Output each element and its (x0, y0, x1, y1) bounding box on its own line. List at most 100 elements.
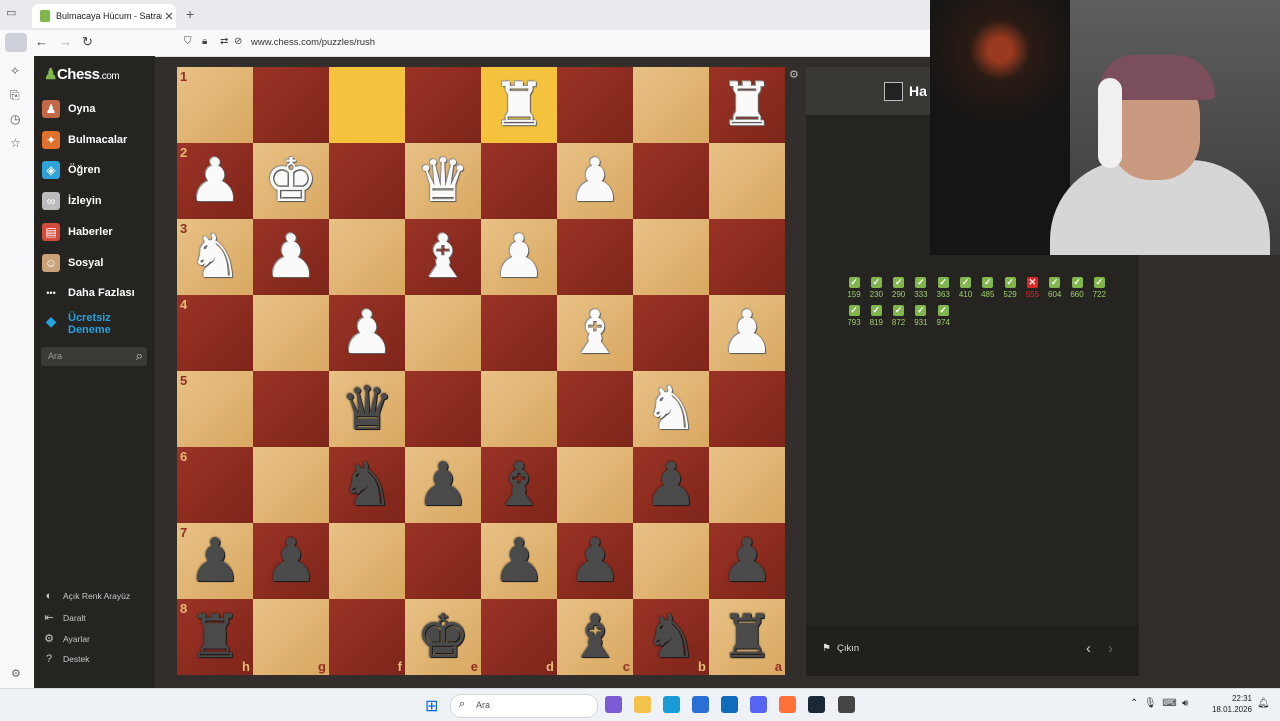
board-square[interactable] (253, 371, 329, 447)
black-queen-icon[interactable]: ♛ (329, 371, 405, 447)
browser-tab[interactable]: Bulmacaya Hücum - Satranç Bu ✕ (32, 4, 176, 28)
board-square[interactable] (709, 219, 785, 295)
board-square[interactable] (253, 447, 329, 523)
nav-item-4[interactable]: ▤ Haberler (42, 221, 113, 243)
steam-icon[interactable] (808, 696, 825, 713)
board-square[interactable]: 1 (177, 67, 253, 143)
board-square[interactable] (329, 67, 405, 143)
board-square[interactable]: ♝ (405, 219, 481, 295)
board-square[interactable]: ♟ (481, 523, 557, 599)
white-pawn-icon[interactable]: ♟ (481, 219, 557, 295)
board-square[interactable] (557, 219, 633, 295)
close-tab-icon[interactable]: ✕ (162, 10, 176, 23)
board-square[interactable]: ♟ (253, 219, 329, 295)
board-square[interactable]: 8 h ♜ (177, 599, 253, 675)
board-square[interactable] (557, 371, 633, 447)
white-pawn-icon[interactable]: ♟ (329, 295, 405, 371)
outlook-icon[interactable] (721, 696, 738, 713)
board-square[interactable] (481, 371, 557, 447)
address-bar[interactable]: ⛉ 🔒︎ ⇄ ⊘ www.chess.com/puzzles/rush (176, 33, 926, 53)
notification-icon[interactable]: 🔔︎ (1257, 698, 1270, 709)
shield-icon[interactable]: ⛉ (184, 36, 192, 47)
back-icon[interactable]: ← (35, 34, 48, 49)
board-square[interactable] (557, 67, 633, 143)
board-square[interactable]: ♟ (709, 523, 785, 599)
board-square[interactable] (481, 295, 557, 371)
nav-item-1[interactable]: ✦ Bulmacalar (42, 129, 127, 151)
board-square[interactable]: ♟ (557, 523, 633, 599)
chevron-left-icon[interactable]: ‹ (1086, 640, 1091, 657)
nav-bottom-3[interactable]: ? Destek (42, 653, 90, 665)
black-pawn-icon[interactable]: ♟ (709, 523, 785, 599)
copilot-app-icon[interactable] (605, 696, 622, 713)
nav-item-2[interactable]: ◈ Öğren (42, 159, 100, 181)
taskbar-search[interactable]: ⌕ Ara (450, 694, 598, 718)
edge-icon[interactable] (663, 696, 680, 713)
black-bishop-icon[interactable]: ♝ (557, 599, 633, 675)
board-square[interactable]: ♟ (709, 295, 785, 371)
chevron-right-icon[interactable]: › (1108, 640, 1113, 657)
board-square[interactable] (709, 447, 785, 523)
black-pawn-icon[interactable]: ♟ (633, 447, 709, 523)
board-square[interactable] (633, 523, 709, 599)
board-square[interactable] (253, 295, 329, 371)
url-text[interactable]: www.chess.com/puzzles/rush (251, 37, 375, 48)
nav-item-6[interactable]: ••• Daha Fazlası (42, 282, 134, 304)
white-knight-icon[interactable]: ♞ (633, 371, 709, 447)
board-square[interactable]: ♛ (329, 371, 405, 447)
board-square[interactable]: c ♝ (557, 599, 633, 675)
board-square[interactable]: ♞ (329, 447, 405, 523)
white-king-icon[interactable]: ♚ (253, 143, 329, 219)
bookmark-icon[interactable]: ☆ (10, 136, 21, 150)
board-square[interactable]: f (329, 599, 405, 675)
camera-off-icon[interactable]: ⊘ (234, 36, 242, 47)
nav-item-0[interactable]: ♟ Oyna (42, 98, 96, 120)
nav-bottom-0[interactable]: ◐ Açık Renk Arayüz (42, 590, 130, 602)
clock[interactable]: 22:31 18.01.2026 (1210, 693, 1252, 715)
chess-app-icon[interactable] (838, 696, 855, 713)
windows-start-icon[interactable]: ⊞ (425, 696, 438, 716)
white-bishop-icon[interactable]: ♝ (405, 219, 481, 295)
white-rook-icon[interactable]: ♜ (709, 67, 785, 143)
board-square[interactable]: 3 ♞ (177, 219, 253, 295)
board-square[interactable]: ♟ (329, 295, 405, 371)
sync-icon[interactable]: ⎘ (10, 88, 20, 103)
board-square[interactable] (633, 219, 709, 295)
white-pawn-icon[interactable]: ♟ (557, 143, 633, 219)
chess-board[interactable]: 1 ♜ ♜ 2 ♟ ♚ ♛ ♟ 3 ♞ ♟ ♝ ♟ 4 ♟ ♝ ♟ 5 ♛ ♞ 6 ♞ ♟ ♝ ♟ 7 ♟ ♟ ♟ ♟ ♟ 8 h ♜ g f e ♚ d c… (177, 67, 785, 675)
board-square[interactable] (557, 447, 633, 523)
board-square[interactable] (633, 67, 709, 143)
store-icon[interactable] (692, 696, 709, 713)
board-square[interactable] (329, 523, 405, 599)
white-pawn-icon[interactable]: ♟ (253, 219, 329, 295)
system-tray[interactable]: ⌃ 🎙︎ ⌨ 🔊︎ (1130, 698, 1188, 709)
mode-checkbox[interactable] (884, 82, 903, 101)
board-square[interactable]: a ♜ (709, 599, 785, 675)
black-knight-icon[interactable]: ♞ (633, 599, 709, 675)
nav-bottom-1[interactable]: ⇤ Daralt (42, 611, 85, 624)
lock-icon[interactable]: 🔒︎ (202, 36, 207, 47)
board-square[interactable]: 2 ♟ (177, 143, 253, 219)
board-square[interactable]: e ♚ (405, 599, 481, 675)
board-square[interactable]: 5 (177, 371, 253, 447)
board-square[interactable]: ♟ (253, 523, 329, 599)
nav-search-input[interactable]: Ara ⌕ (41, 347, 147, 366)
black-pawn-icon[interactable]: ♟ (253, 523, 329, 599)
board-square[interactable]: ♟ (405, 447, 481, 523)
browser-settings-icon[interactable]: ⚙ (11, 667, 21, 680)
board-square[interactable]: ♟ (557, 143, 633, 219)
black-bishop-icon[interactable]: ♝ (481, 447, 557, 523)
board-square[interactable] (405, 523, 481, 599)
white-pawn-icon[interactable]: ♟ (177, 143, 253, 219)
white-queen-icon[interactable]: ♛ (405, 143, 481, 219)
board-square[interactable]: b ♞ (633, 599, 709, 675)
white-bishop-icon[interactable]: ♝ (557, 295, 633, 371)
board-square[interactable] (481, 143, 557, 219)
nav-bottom-2[interactable]: ⚙ Ayarlar (42, 632, 90, 645)
discord-icon[interactable] (750, 696, 767, 713)
search-icon[interactable]: ⌕ (136, 348, 143, 364)
board-square[interactable] (329, 219, 405, 295)
tab-list-icon[interactable]: ▭ (6, 6, 20, 20)
chesscom-logo[interactable]: ♟Chess.com (44, 65, 120, 83)
board-square[interactable]: ♜ (481, 67, 557, 143)
